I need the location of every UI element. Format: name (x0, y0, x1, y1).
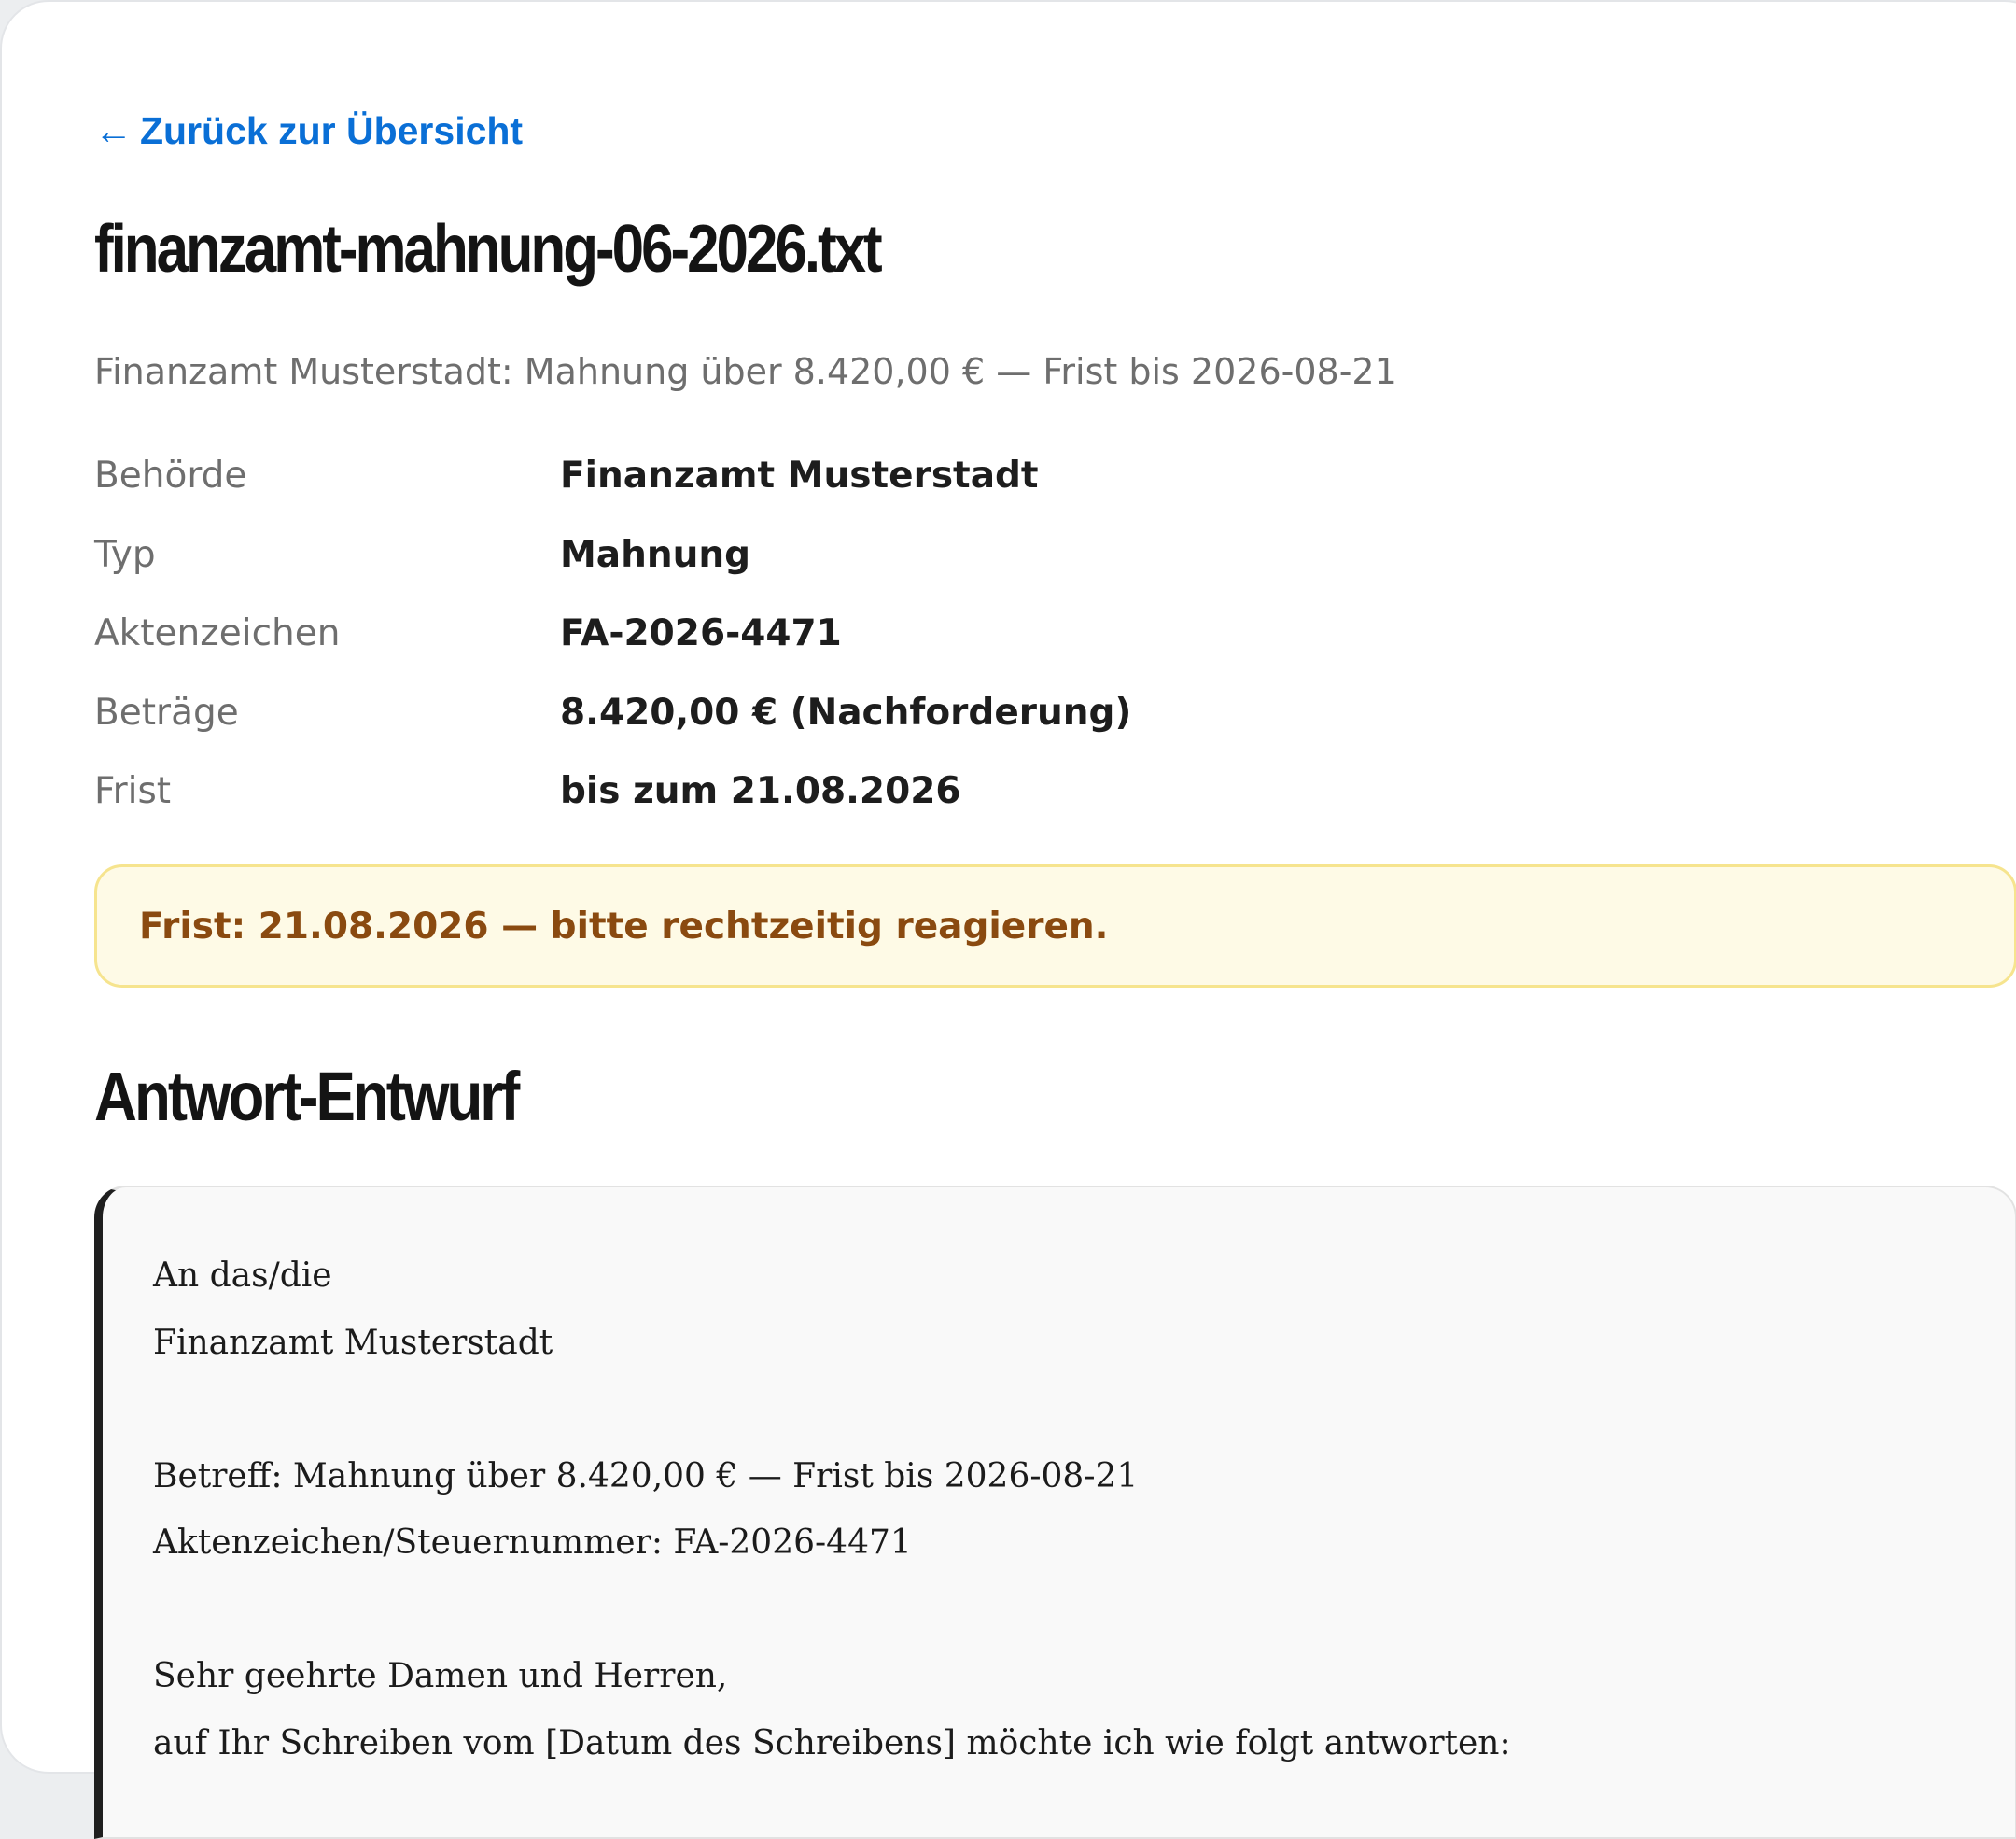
document-detail-card: ← Zurück zur Übersicht finanzamt-mahnung-… (0, 0, 2016, 1839)
meta-row-authority: Behörde Finanzamt Musterstadt (94, 450, 1868, 529)
meta-label: Typ (94, 533, 156, 576)
meta-value: FA-2026-4471 (560, 612, 842, 654)
letter-line: An das/die (153, 1256, 332, 1295)
meta-label: Frist (94, 770, 172, 812)
meta-label: Behörde (94, 455, 247, 497)
draft-heading: Antwort-Entwurf (94, 1058, 520, 1135)
back-link-label: Zurück zur Übersicht (140, 109, 524, 152)
deadline-notice-text: Frist: 21.08.2026 — bitte rechtzeitig re… (139, 905, 1109, 948)
letter-line: Aktenzeichen/Steuernummer: FA-2026-4471 (153, 1523, 912, 1562)
letter-line: auf Ihr Schreiben vom [Datum des Schreib… (153, 1723, 1511, 1762)
meta-row-deadline: Frist bis zum 21.08.2026 (94, 765, 1868, 845)
meta-row-reference: Aktenzeichen FA-2026-4471 (94, 608, 1868, 687)
draft-letter: An das/die Finanzamt Musterstadt Betreff… (94, 1186, 2016, 1839)
document-summary: Finanzamt Musterstadt: Mahnung über 8.42… (94, 351, 1397, 392)
arrow-left-icon: ← (94, 109, 133, 152)
document-metadata: Behörde Finanzamt Musterstadt Typ Mahnun… (94, 450, 1868, 845)
meta-value: 8.420,00 € (Nachforderung) (560, 691, 1132, 734)
meta-row-type: Typ Mahnung (94, 529, 1868, 609)
meta-value: bis zum 21.08.2026 (560, 770, 961, 812)
letter-line: Finanzamt Musterstadt (153, 1323, 553, 1362)
letter-line: Betreff: Mahnung über 8.420,00 € — Frist… (153, 1456, 1139, 1495)
letter-blank-line (153, 1383, 2015, 1450)
page-title: finanzamt-mahnung-06-2026.txt (94, 212, 883, 287)
meta-label: Beträge (94, 691, 239, 734)
letter-blank-line (153, 1583, 2015, 1650)
meta-value: Finanzamt Musterstadt (560, 455, 1039, 497)
meta-value: Mahnung (560, 533, 751, 576)
letter-line: Sehr geehrte Damen und Herren, (153, 1657, 728, 1695)
meta-row-amounts: Beträge 8.420,00 € (Nachforderung) (94, 687, 1868, 766)
meta-label: Aktenzeichen (94, 612, 341, 654)
deadline-notice: Frist: 21.08.2026 — bitte rechtzeitig re… (94, 864, 2016, 988)
back-to-overview-link[interactable]: ← Zurück zur Übersicht (94, 103, 523, 159)
